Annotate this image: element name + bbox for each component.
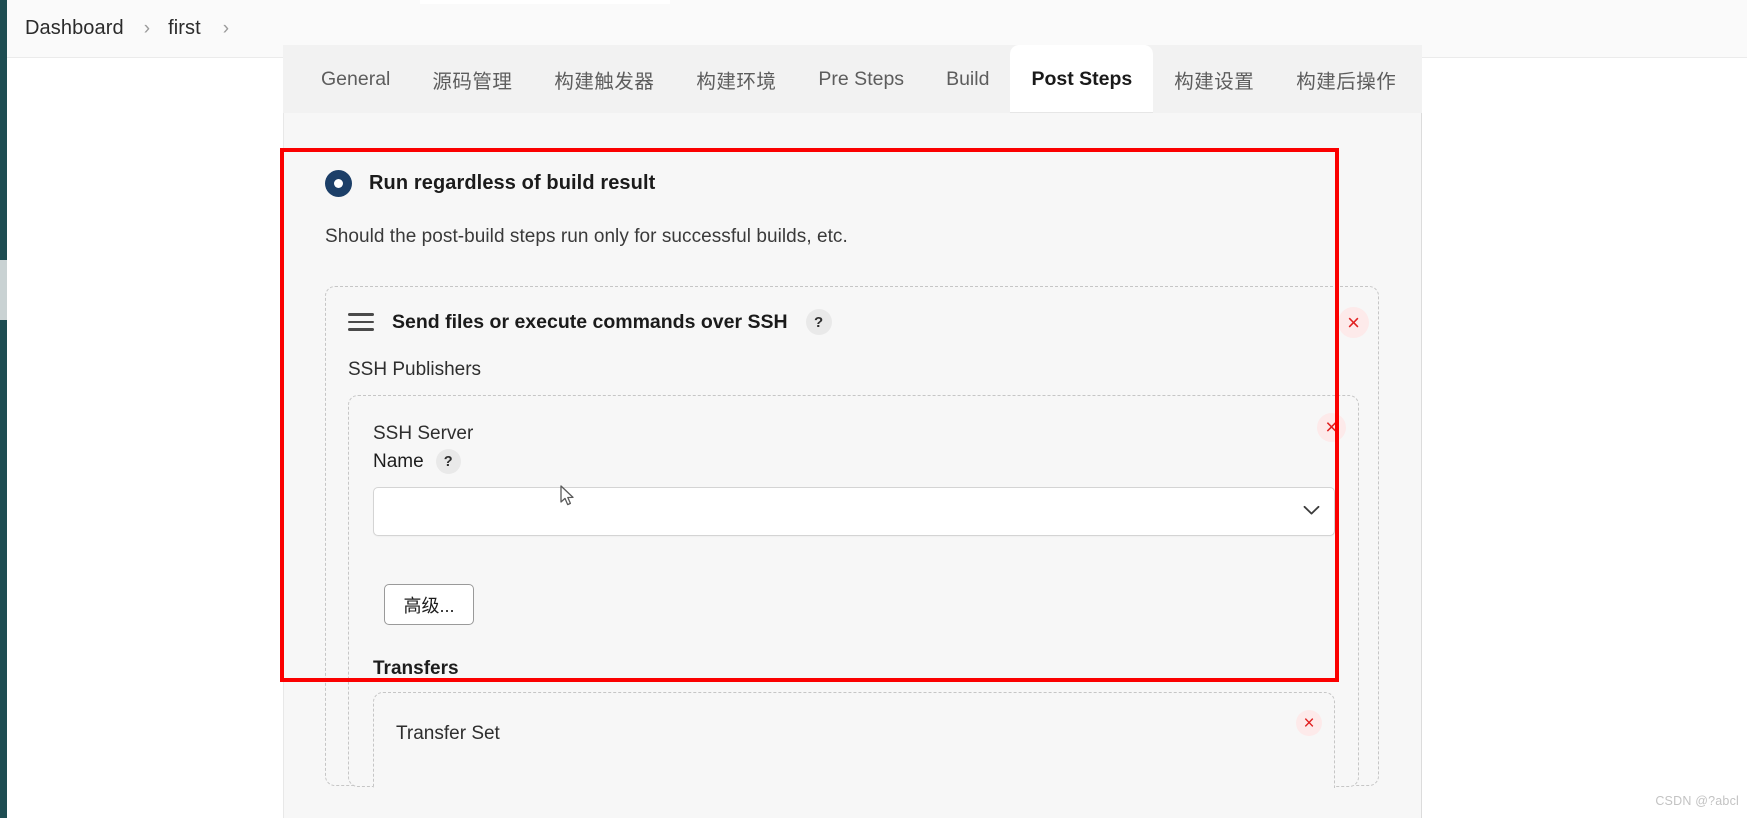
- drag-handle-icon[interactable]: [348, 313, 374, 331]
- ssh-publishers-label: SSH Publishers: [348, 359, 482, 380]
- transfer-set-label: Transfer Set: [396, 723, 500, 744]
- ssh-panel-title: Send files or execute commands over SSH: [392, 310, 788, 333]
- tab-build-triggers[interactable]: 构建触发器: [533, 45, 675, 113]
- tab-post-build-actions[interactable]: 构建后操作: [1275, 45, 1417, 113]
- remove-ssh-server-button[interactable]: ×: [1317, 413, 1346, 442]
- chevron-right-icon-2: ›: [222, 17, 230, 39]
- ssh-server-panel: × SSH Server Name ? 高级... Transfers Tran…: [348, 395, 1359, 788]
- help-icon[interactable]: ?: [805, 309, 832, 335]
- ssh-panel-header: Send files or execute commands over SSH …: [348, 309, 832, 335]
- ssh-server-name-select-wrap: [373, 487, 1335, 536]
- remove-ssh-panel-button[interactable]: ×: [1338, 307, 1369, 338]
- content-top-notch: [420, 0, 670, 4]
- ssh-publisher-panel: Send files or execute commands over SSH …: [325, 286, 1379, 788]
- transfers-label: Transfers: [373, 658, 459, 679]
- tab-post-steps[interactable]: Post Steps: [1010, 45, 1154, 113]
- tab-general[interactable]: General: [300, 45, 411, 113]
- advanced-button[interactable]: 高级...: [384, 584, 474, 625]
- breadcrumb-item-first[interactable]: first: [168, 17, 201, 40]
- watermark: CSDN @?abcl: [1655, 794, 1739, 808]
- remove-transfer-set-button[interactable]: ×: [1296, 710, 1322, 736]
- tab-source-management[interactable]: 源码管理: [411, 45, 533, 113]
- ssh-server-name-label: Name: [373, 450, 424, 472]
- tab-build-settings[interactable]: 构建设置: [1153, 45, 1275, 113]
- radio-selected-icon[interactable]: [325, 170, 352, 197]
- tab-build[interactable]: Build: [925, 45, 1010, 113]
- radio-dot: [334, 179, 343, 188]
- ssh-server-label: SSH Server: [373, 423, 474, 444]
- app-root: Dashboard › first › General 源码管理 构建触发器 构…: [0, 0, 1747, 818]
- window-edge-strip-lower: [0, 260, 7, 320]
- run-regardless-radio-row[interactable]: Run regardless of build result: [325, 170, 655, 197]
- help-icon-name-field[interactable]: ?: [435, 449, 461, 474]
- breadcrumb-item-dashboard[interactable]: Dashboard: [25, 17, 124, 40]
- ssh-server-name-select[interactable]: [373, 487, 1335, 536]
- right-blank-area: [1422, 45, 1747, 818]
- tab-build-environment[interactable]: 构建环境: [675, 45, 797, 113]
- window-edge-strip: [0, 0, 7, 818]
- chevron-right-icon: ›: [143, 17, 151, 39]
- transfer-set-panel: Transfer Set ×: [373, 692, 1335, 788]
- run-regardless-label: Run regardless of build result: [369, 172, 656, 194]
- post-steps-description: Should the post-build steps run only for…: [325, 226, 848, 247]
- ssh-server-name-label-row: Name ?: [373, 449, 461, 474]
- left-sidebar-blank: [7, 58, 284, 818]
- config-tab-bar: General 源码管理 构建触发器 构建环境 Pre Steps Build …: [283, 45, 1422, 113]
- tab-pre-steps[interactable]: Pre Steps: [797, 45, 925, 113]
